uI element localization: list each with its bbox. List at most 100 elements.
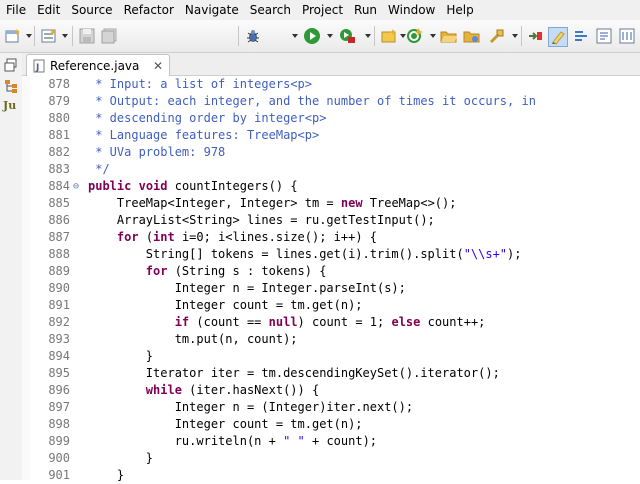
code-token: ) count = 1; xyxy=(297,315,392,329)
code-token: } xyxy=(88,349,154,363)
code-line: 894 } xyxy=(30,348,640,365)
code-line: 890 Integer n = Integer.parseInt(s); xyxy=(30,280,640,297)
open-folder-icon[interactable] xyxy=(440,27,458,45)
word-wrap-icon[interactable] xyxy=(618,27,636,45)
save-all-icon[interactable] xyxy=(100,27,118,45)
line-number: 894 xyxy=(48,349,70,363)
code-text: */ xyxy=(88,161,110,178)
code-token: countIntegers() { xyxy=(167,179,298,193)
code-token: * Input: a list of integers<p> xyxy=(88,77,312,91)
external-tools-icon[interactable] xyxy=(338,27,356,45)
menu-help[interactable]: Help xyxy=(440,0,478,20)
save-icon[interactable] xyxy=(78,27,96,45)
code-token: * descending order by integer<p> xyxy=(88,111,327,125)
tab-reference-java[interactable]: J Reference.java ✕ xyxy=(26,54,170,76)
hierarchy-icon[interactable] xyxy=(4,78,18,97)
line-number: 896 xyxy=(48,383,70,397)
tab-label: Reference.java xyxy=(50,58,140,73)
menu-bar: File Edit Source Refactor Navigate Search Proj… xyxy=(0,0,640,20)
code-token: ru.writeln(n + xyxy=(88,434,284,448)
code-text: ru.writeln(n + " " + count); xyxy=(88,433,377,450)
menu-run[interactable]: Run xyxy=(348,0,382,20)
code-token: while xyxy=(145,383,182,397)
line-number: 885 xyxy=(48,196,70,210)
menu-navigate[interactable]: Navigate xyxy=(179,0,244,20)
code-token: new xyxy=(340,196,363,210)
code-line: 880 * descending order by integer<p> xyxy=(30,110,640,127)
code-text: for (String s : tokens) { xyxy=(88,263,327,280)
new-java-project-icon[interactable] xyxy=(380,27,398,45)
code-token: Integer n = Integer.parseInt(s); xyxy=(88,281,406,295)
line-number: 901 xyxy=(48,468,70,482)
code-token: void xyxy=(138,179,168,193)
highlight-icon[interactable] xyxy=(548,27,568,47)
code-line: 896 while (iter.hasNext()) { xyxy=(30,382,640,399)
code-token: if xyxy=(174,315,190,329)
code-line: 888 String[] tokens = lines.get(i).trim(… xyxy=(30,246,640,263)
line-number: 884 xyxy=(48,179,70,193)
code-token: ); xyxy=(507,247,522,261)
code-text: String[] tokens = lines.get(i).trim().sp… xyxy=(88,246,522,263)
code-editor[interactable]: 878 * Input: a list of integers<p> 879 * … xyxy=(22,76,640,482)
line-number: 888 xyxy=(48,247,70,261)
show-whitespace-icon[interactable] xyxy=(572,27,590,45)
code-line: 889 for (String s : tokens) { xyxy=(30,263,640,280)
menu-refactor[interactable]: Refactor xyxy=(118,0,179,20)
code-token: "\\s+" xyxy=(463,247,508,261)
fold-toggle-icon[interactable]: ⊖ xyxy=(73,178,79,195)
code-text: * Output: each integer, and the number o… xyxy=(88,93,536,110)
code-token: } xyxy=(88,451,154,465)
code-token: */ xyxy=(88,162,110,176)
code-text: * Input: a list of integers<p> xyxy=(88,76,312,93)
new-item-icon[interactable] xyxy=(40,27,58,45)
code-token: * UVa problem: 978 xyxy=(88,145,226,159)
code-token: Iterator iter = tm.descendingKeySet().it… xyxy=(88,366,500,380)
code-text: } xyxy=(88,467,124,484)
menu-window[interactable]: Window xyxy=(382,0,440,20)
code-line: 901 } xyxy=(30,467,640,484)
line-number: 886 xyxy=(48,213,70,227)
code-token: Integer count = tm.get(n); xyxy=(88,298,363,312)
code-text: TreeMap<Integer, Integer> tm = new TreeM… xyxy=(88,195,457,212)
next-annotation-icon[interactable] xyxy=(526,27,544,45)
java-file-icon: J xyxy=(33,59,45,73)
search-icon[interactable] xyxy=(488,27,506,45)
new-wizard-icon[interactable] xyxy=(4,27,22,45)
code-lines: 878 * Input: a list of integers<p> 879 * … xyxy=(30,76,640,484)
code-line: 893 tm.put(n, count); xyxy=(30,331,640,348)
line-number: 883 xyxy=(48,162,70,176)
line-number: 879 xyxy=(48,94,70,108)
menu-source[interactable]: Source xyxy=(65,0,117,20)
open-type-icon[interactable] xyxy=(405,27,423,45)
menu-file[interactable]: File xyxy=(0,0,31,20)
line-number: 895 xyxy=(48,366,70,380)
toggle-comment-icon[interactable] xyxy=(595,27,613,45)
code-token: else xyxy=(391,315,421,329)
junit-icon[interactable]: Ju xyxy=(3,99,16,112)
code-token: Integer n = (Integer)iter.next(); xyxy=(88,400,414,414)
code-text: * UVa problem: 978 xyxy=(88,144,225,161)
close-icon[interactable]: ✕ xyxy=(153,59,163,73)
code-text: public void countIntegers() { xyxy=(88,178,298,195)
line-number: 880 xyxy=(48,111,70,125)
line-number: 891 xyxy=(48,298,70,312)
code-line: 881 * Language features: TreeMap<p> xyxy=(30,127,640,144)
annotation-ruler xyxy=(22,76,30,480)
code-token: i=0; i<lines.size(); i++) { xyxy=(174,230,378,244)
open-resource-icon[interactable] xyxy=(463,27,481,45)
debug-icon[interactable] xyxy=(244,27,262,45)
menu-search[interactable]: Search xyxy=(244,0,296,20)
menu-edit[interactable]: Edit xyxy=(31,0,65,20)
menu-project[interactable]: Project xyxy=(296,0,348,20)
restore-icon[interactable] xyxy=(4,57,18,76)
code-text: Iterator iter = tm.descendingKeySet().it… xyxy=(88,365,500,382)
run-icon[interactable] xyxy=(303,27,321,45)
line-number: 898 xyxy=(48,417,70,431)
code-text: * descending order by integer<p> xyxy=(88,110,326,127)
code-token: * Language features: TreeMap<p> xyxy=(88,128,320,142)
code-line: 882 * UVa problem: 978 xyxy=(30,144,640,161)
code-token: TreeMap<Integer, Integer> tm = xyxy=(88,196,341,210)
line-number: 899 xyxy=(48,434,70,448)
